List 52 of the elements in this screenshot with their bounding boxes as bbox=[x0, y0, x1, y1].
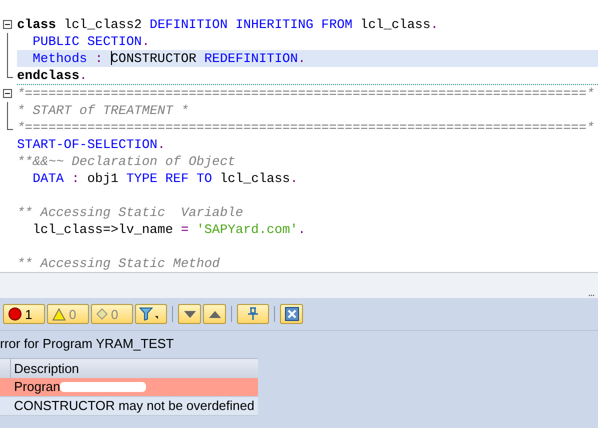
code-token: START-OF-SELECTION bbox=[17, 137, 158, 152]
code-token: ** Accessing Static Method bbox=[17, 256, 220, 271]
code-token: **&&~~ Declaration of Object bbox=[17, 154, 236, 169]
code-token: ** Accessing Static Variable bbox=[17, 205, 244, 220]
code-token: CONSTRUCTOR bbox=[110, 51, 198, 66]
code-token: DATA bbox=[32, 171, 65, 186]
code-token: REDEFINITION bbox=[204, 51, 298, 66]
message-list-title: rror for Program YRAM_TEST bbox=[0, 335, 175, 353]
code-token: TYPE REF TO bbox=[126, 171, 212, 186]
next-button[interactable] bbox=[178, 304, 201, 324]
warning-icon bbox=[52, 308, 66, 320]
down-triangle-icon bbox=[184, 310, 196, 318]
code-token: lcl_class=>lv_name bbox=[32, 222, 174, 237]
previous-button[interactable] bbox=[203, 304, 226, 324]
code-token: 'SAPYard.com' bbox=[196, 222, 298, 237]
diamond-icon bbox=[96, 308, 108, 320]
code-token: : bbox=[72, 171, 80, 186]
code-token: * START of TREATMENT * bbox=[17, 103, 189, 118]
code-token: endclass bbox=[17, 68, 80, 83]
code-token: . bbox=[142, 34, 150, 49]
code-token: obj1 bbox=[87, 171, 120, 186]
code-token: *========================================================================* bbox=[17, 120, 594, 135]
code-token: . bbox=[298, 222, 306, 237]
collapse-icon[interactable] bbox=[3, 89, 12, 98]
collapse-icon[interactable] bbox=[3, 20, 12, 29]
code-token: PUBLIC SECTION bbox=[32, 34, 142, 49]
up-triangle-icon bbox=[208, 310, 220, 318]
code-token: DEFINITION INHERITING FROM bbox=[150, 17, 352, 32]
code-token: lcl_class bbox=[218, 171, 290, 186]
code-token: . bbox=[157, 137, 166, 152]
filter-button[interactable] bbox=[135, 304, 167, 324]
code-token: lcl_class2 bbox=[62, 17, 143, 32]
close-icon bbox=[284, 307, 298, 321]
error-icon bbox=[8, 307, 22, 321]
error-count-button[interactable]: 1 bbox=[3, 304, 45, 324]
code-token: . bbox=[290, 171, 298, 186]
code-token: . bbox=[298, 51, 306, 66]
message-row[interactable]: Progran bbox=[0, 378, 258, 397]
filter-icon bbox=[139, 307, 159, 321]
message-text: Progran bbox=[14, 378, 60, 396]
code-token: Methods bbox=[32, 51, 88, 66]
code-token: : bbox=[95, 51, 104, 66]
splitter-grip[interactable]: ... bbox=[588, 288, 594, 298]
code-token: lcl_class bbox=[359, 17, 430, 32]
code-token: = bbox=[180, 222, 190, 237]
code-token: . bbox=[430, 17, 438, 32]
pin-icon bbox=[247, 307, 259, 321]
code-token: *========================================================================* bbox=[17, 86, 594, 101]
code-token: class bbox=[17, 17, 56, 32]
pin-button[interactable] bbox=[237, 304, 269, 324]
close-button[interactable] bbox=[280, 304, 303, 324]
code-token: . bbox=[79, 68, 88, 83]
